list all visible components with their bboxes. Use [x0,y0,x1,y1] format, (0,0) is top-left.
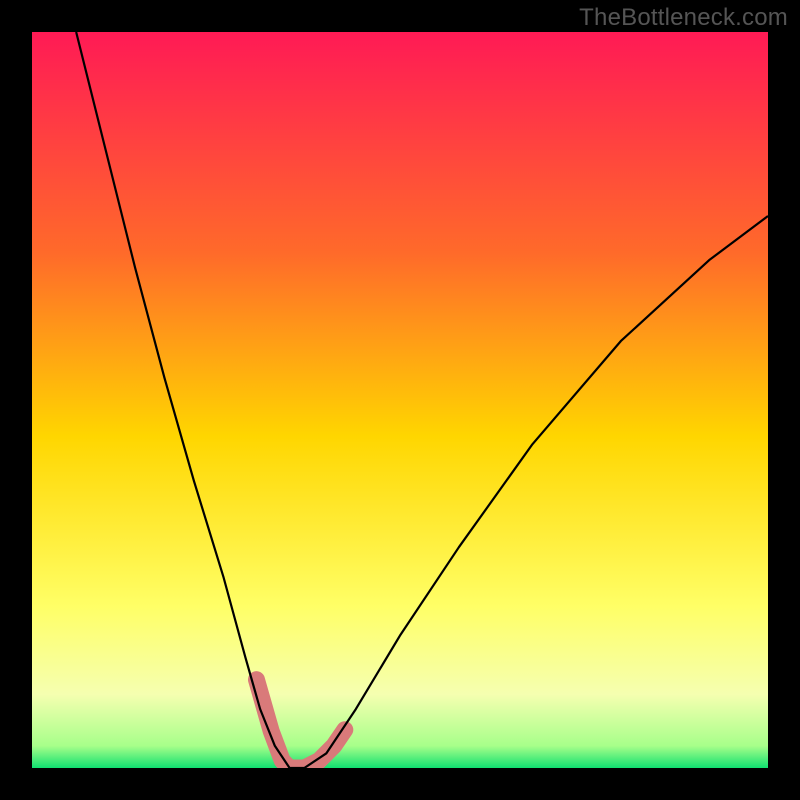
chart-frame: TheBottleneck.com [0,0,800,800]
watermark-text: TheBottleneck.com [579,4,788,32]
gradient-background [32,32,768,768]
bottleneck-chart [32,32,768,768]
